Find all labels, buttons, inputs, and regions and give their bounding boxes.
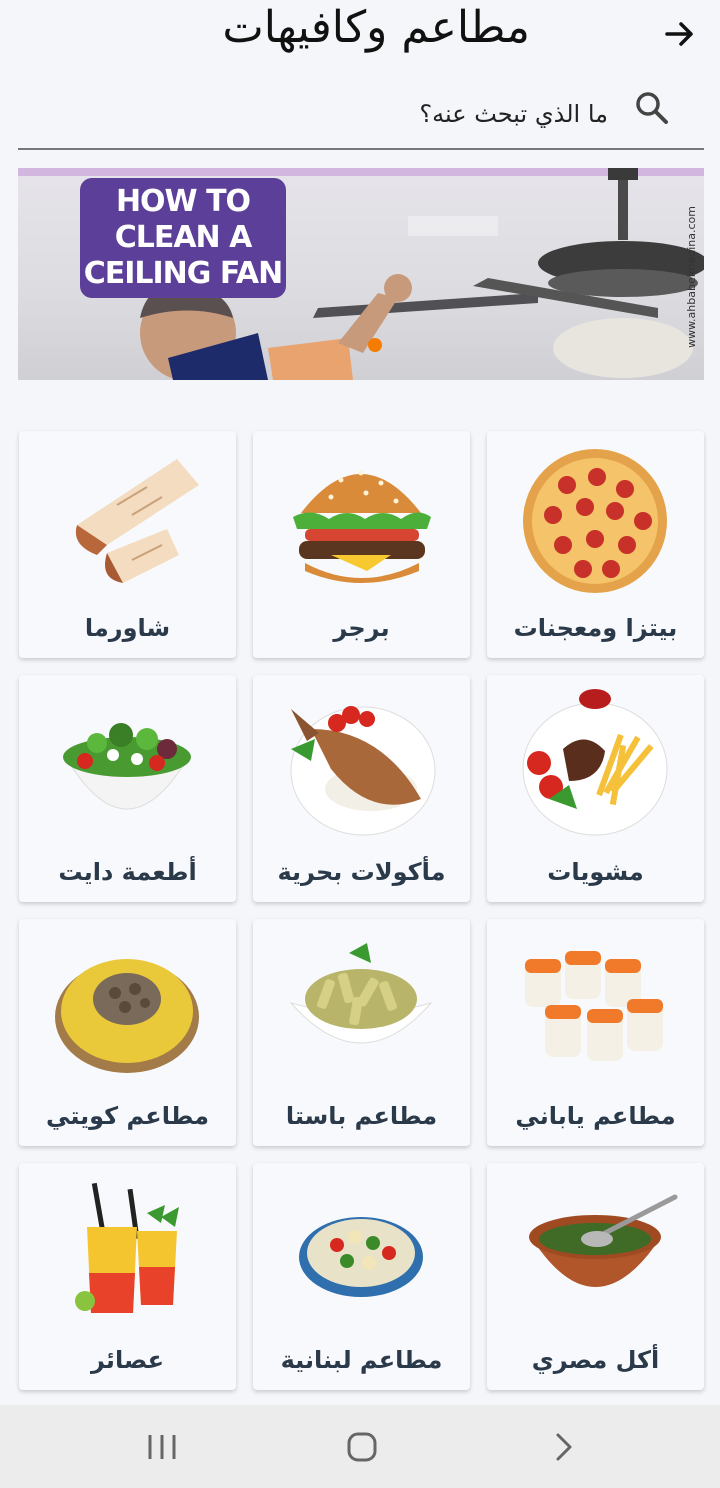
seafood-image	[290, 706, 436, 836]
back-arrow-icon[interactable]	[660, 14, 700, 54]
system-navigation-bar	[0, 1405, 720, 1488]
category-card-pizza[interactable]: بيتزا ومعجنات	[487, 431, 704, 658]
recent-apps-icon[interactable]	[142, 1427, 182, 1467]
kuwaiti-rice-image	[55, 959, 199, 1073]
category-label: أكل مصري	[531, 1346, 660, 1374]
grill-image	[522, 689, 668, 836]
promo-banner[interactable]: HOW TO CLEAN A CEILING FAN www.ahbabelma…	[18, 168, 704, 380]
app-header: مطاعم وكافيهات	[0, 0, 720, 70]
search-bar	[18, 80, 704, 150]
category-label: مطاعم ياباني	[515, 1102, 676, 1130]
category-grid: بيتزا ومعجنات برجر شاورما مشويات مأكولات…	[18, 431, 704, 1390]
banner-watermark: www.ahbabelmadina.com	[685, 206, 698, 348]
category-label: أطعمة دايت	[58, 858, 197, 886]
category-card-shawarma[interactable]: شاورما	[19, 431, 236, 658]
category-label: مشويات	[547, 858, 644, 886]
pasta-image	[289, 943, 433, 1044]
category-card-burger[interactable]: برجر	[253, 431, 470, 658]
category-card-pasta[interactable]: مطاعم باستا	[253, 919, 470, 1146]
page-title: مطاعم وكافيهات	[222, 2, 530, 53]
carousel-indicator	[368, 338, 382, 352]
category-card-juices[interactable]: عصائر	[19, 1163, 236, 1390]
sushi-image	[525, 951, 663, 1061]
back-chevron-icon[interactable]	[544, 1427, 584, 1467]
category-label: مطاعم كويتي	[46, 1102, 209, 1130]
category-label: مطاعم لبنانية	[280, 1346, 443, 1374]
burger-image	[293, 470, 431, 583]
home-icon[interactable]	[342, 1427, 382, 1467]
lebanese-salad-image	[299, 1217, 423, 1297]
category-label: عصائر	[91, 1346, 164, 1374]
category-card-japanese[interactable]: مطاعم ياباني	[487, 919, 704, 1146]
category-label: برجر	[333, 614, 390, 642]
category-label: مأكولات بحرية	[277, 858, 446, 886]
category-label: شاورما	[84, 614, 171, 642]
category-card-lebanese[interactable]: مطاعم لبنانية	[253, 1163, 470, 1390]
category-label: مطاعم باستا	[285, 1102, 438, 1130]
category-card-egyptian[interactable]: أكل مصري	[487, 1163, 704, 1390]
search-input[interactable]	[88, 90, 608, 138]
salad-image	[63, 723, 191, 810]
search-icon[interactable]	[634, 90, 674, 130]
shawarma-image	[75, 459, 199, 583]
category-card-grill[interactable]: مشويات	[487, 675, 704, 902]
banner-headline: HOW TO CLEAN A CEILING FAN	[80, 178, 286, 298]
molokhia-image	[529, 1194, 678, 1287]
category-card-seafood[interactable]: مأكولات بحرية	[253, 675, 470, 902]
category-card-kuwaiti[interactable]: مطاعم كويتي	[19, 919, 236, 1146]
pizza-image	[523, 449, 667, 593]
juice-image	[75, 1182, 179, 1313]
category-label: بيتزا ومعجنات	[513, 614, 678, 642]
category-card-diet[interactable]: أطعمة دايت	[19, 675, 236, 902]
